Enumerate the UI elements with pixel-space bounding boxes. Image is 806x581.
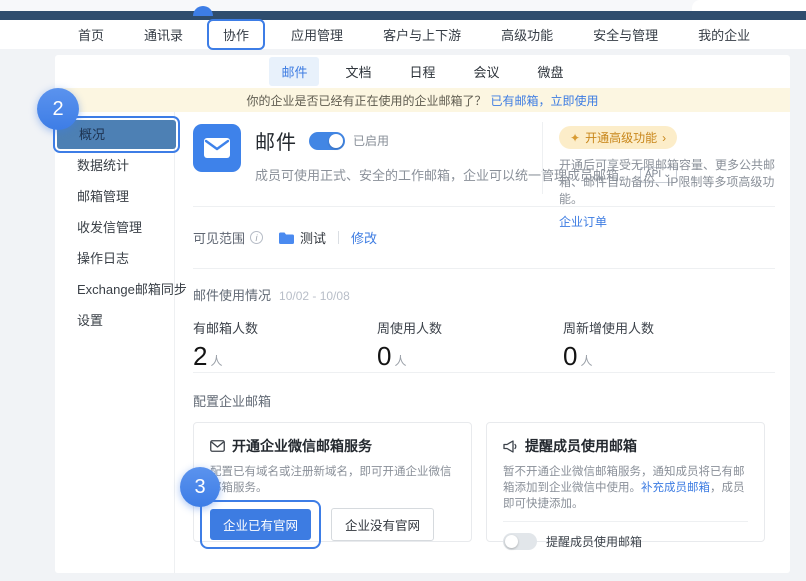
main-panel: 邮件 已启用 成员可使用正式、安全的工作邮箱，企业可以统一管理成员邮箱。 API… bbox=[175, 112, 790, 573]
annotation-step-3-badge: 3 bbox=[180, 467, 220, 507]
admin-console-screen: 首页 通讯录 协作 应用管理 客户与上下游 高级功能 安全与管理 我的企业 邮件… bbox=[0, 0, 806, 581]
annotation-box-primary-button: 企业已有官网 bbox=[200, 500, 321, 549]
window-title-bar bbox=[0, 11, 806, 20]
tab-drive[interactable]: 微盘 bbox=[526, 57, 576, 86]
open-mailbox-card: 开通企业微信邮箱服务 配置已有域名或注册新域名，即可开通企业微信邮箱服务。 企业… bbox=[193, 422, 472, 542]
open-mailbox-title: 开通企业微信邮箱服务 bbox=[232, 436, 372, 456]
visibility-edit-link[interactable]: 修改 bbox=[351, 228, 377, 247]
banner-link[interactable]: 已有邮箱，立即使用 bbox=[491, 92, 599, 109]
nav-item-advanced[interactable]: 高级功能 bbox=[501, 25, 553, 44]
supplement-mailbox-link[interactable]: 补充成员邮箱 bbox=[641, 482, 710, 494]
megaphone-icon bbox=[503, 440, 518, 453]
browser-corner-tab bbox=[692, 0, 806, 11]
premium-description: 开通后可享受无限邮箱容量、更多公共邮箱、邮件自动备份、IP限制等多项高级功能。 bbox=[559, 157, 779, 208]
visibility-scope-name: 测试 bbox=[300, 228, 326, 247]
stat-unit: 人 bbox=[580, 352, 592, 369]
stat-label: 有邮箱人数 bbox=[193, 318, 377, 337]
open-mailbox-desc: 配置已有域名或注册新域名，即可开通企业微信邮箱服务。 bbox=[210, 464, 455, 496]
sidebar-item-exchange-sync[interactable]: Exchange邮箱同步 bbox=[55, 275, 174, 304]
mail-sidebar: 概况 数据统计 邮箱管理 收发信管理 操作日志 Exchange邮箱同步 设置 bbox=[55, 112, 175, 573]
tab-meeting[interactable]: 会议 bbox=[462, 57, 512, 86]
premium-panel: ✦ 开通高级功能 › 开通后可享受无限邮箱容量、更多公共邮箱、邮件自动备份、IP… bbox=[559, 126, 779, 231]
app-status-label: 已启用 bbox=[353, 132, 389, 149]
stat-unit: 人 bbox=[394, 352, 406, 369]
usage-section: 邮件使用情况 10/02 - 10/08 有邮箱人数 2 人 周使用人数 bbox=[193, 269, 775, 373]
subtab-bar: 邮件 文档 日程 会议 微盘 bbox=[55, 55, 790, 88]
content-card: 邮件 文档 日程 会议 微盘 你的企业是否已经有正在使用的企业邮箱了？ 已有邮箱… bbox=[55, 55, 790, 573]
nav-item-security[interactable]: 安全与管理 bbox=[593, 25, 658, 44]
nav-item-customers[interactable]: 客户与上下游 bbox=[383, 25, 461, 44]
stat-mailbox-users: 有邮箱人数 2 人 bbox=[193, 318, 377, 372]
remind-members-toggle[interactable] bbox=[503, 533, 537, 550]
info-icon[interactable]: i bbox=[250, 231, 263, 244]
enterprise-order-link[interactable]: 企业订单 bbox=[559, 213, 607, 230]
usage-date-range: 10/02 - 10/08 bbox=[279, 289, 350, 303]
stat-value: 0 bbox=[377, 341, 391, 372]
sidebar-item-settings[interactable]: 设置 bbox=[55, 306, 174, 335]
stat-value: 0 bbox=[563, 341, 577, 372]
no-website-button[interactable]: 企业没有官网 bbox=[331, 508, 434, 541]
top-navigation: 首页 通讯录 协作 应用管理 客户与上下游 高级功能 安全与管理 我的企业 bbox=[0, 20, 806, 49]
sidebar-item-statistics[interactable]: 数据统计 bbox=[55, 151, 174, 180]
stat-weekly-new-users: 周新增使用人数 0 人 bbox=[563, 318, 749, 372]
stat-weekly-users: 周使用人数 0 人 bbox=[377, 318, 563, 372]
upgrade-premium-button[interactable]: ✦ 开通高级功能 › bbox=[559, 126, 677, 149]
stat-label: 周使用人数 bbox=[377, 318, 563, 337]
remind-card-divider bbox=[503, 521, 748, 522]
header-vertical-divider bbox=[542, 122, 543, 194]
stat-label: 周新增使用人数 bbox=[563, 318, 749, 337]
sidebar-item-overview[interactable]: 概况 bbox=[57, 120, 176, 149]
upgrade-premium-label: 开通高级功能 bbox=[585, 129, 657, 146]
visibility-label: 可见范围 bbox=[193, 228, 245, 247]
usage-title: 邮件使用情况 bbox=[193, 285, 271, 304]
visibility-scope: 测试 bbox=[279, 228, 326, 247]
nav-item-contacts[interactable]: 通讯录 bbox=[144, 25, 183, 44]
arrow-right-icon: › bbox=[662, 131, 666, 145]
visibility-separator bbox=[338, 231, 339, 244]
envelope-icon bbox=[210, 440, 225, 452]
config-section-title: 配置企业邮箱 bbox=[193, 391, 775, 410]
tab-calendar[interactable]: 日程 bbox=[397, 57, 447, 86]
nav-item-apps[interactable]: 应用管理 bbox=[291, 25, 343, 44]
folder-icon bbox=[279, 232, 294, 244]
sidebar-item-send-receive[interactable]: 收发信管理 bbox=[55, 213, 174, 242]
stat-unit: 人 bbox=[210, 352, 222, 369]
remind-toggle-label: 提醒成员使用邮箱 bbox=[546, 533, 642, 550]
sidebar-item-mailbox-management[interactable]: 邮箱管理 bbox=[55, 182, 174, 211]
nav-item-my-company[interactable]: 我的企业 bbox=[698, 25, 750, 44]
sparkle-icon: ✦ bbox=[570, 131, 580, 145]
stat-value: 2 bbox=[193, 341, 207, 372]
banner-text: 你的企业是否已经有正在使用的企业邮箱了？ bbox=[246, 92, 486, 109]
remind-members-card: 提醒成员使用邮箱 暂不开通企业微信邮箱服务，通知成员将已有邮箱添加到企业微信中使… bbox=[486, 422, 765, 542]
config-section: 配置企业邮箱 开通企业微信邮箱服务 配置已有域名或注册新域名，即可开通企业微信邮… bbox=[193, 373, 775, 542]
annotation-step-2-badge: 2 bbox=[37, 88, 79, 130]
nav-item-home[interactable]: 首页 bbox=[78, 25, 104, 44]
nav-item-collaboration[interactable]: 协作 bbox=[207, 19, 265, 50]
browser-top-strip bbox=[0, 0, 806, 11]
app-header-section: 邮件 已启用 成员可使用正式、安全的工作邮箱，企业可以统一管理成员邮箱。 API… bbox=[193, 112, 775, 207]
tab-mail[interactable]: 邮件 bbox=[269, 57, 319, 86]
sidebar-item-operation-log[interactable]: 操作日志 bbox=[55, 244, 174, 273]
mail-enabled-toggle[interactable] bbox=[309, 132, 345, 150]
mail-app-icon bbox=[193, 124, 241, 172]
app-title: 邮件 bbox=[255, 126, 297, 155]
remind-members-desc: 暂不开通企业微信邮箱服务，通知成员将已有邮箱添加到企业微信中使用。补充成员邮箱，… bbox=[503, 464, 748, 512]
tab-docs[interactable]: 文档 bbox=[333, 57, 383, 86]
existing-mailbox-banner: 你的企业是否已经有正在使用的企业邮箱了？ 已有邮箱，立即使用 bbox=[55, 88, 790, 112]
remind-members-title: 提醒成员使用邮箱 bbox=[525, 436, 637, 456]
has-website-button[interactable]: 企业已有官网 bbox=[210, 509, 311, 540]
